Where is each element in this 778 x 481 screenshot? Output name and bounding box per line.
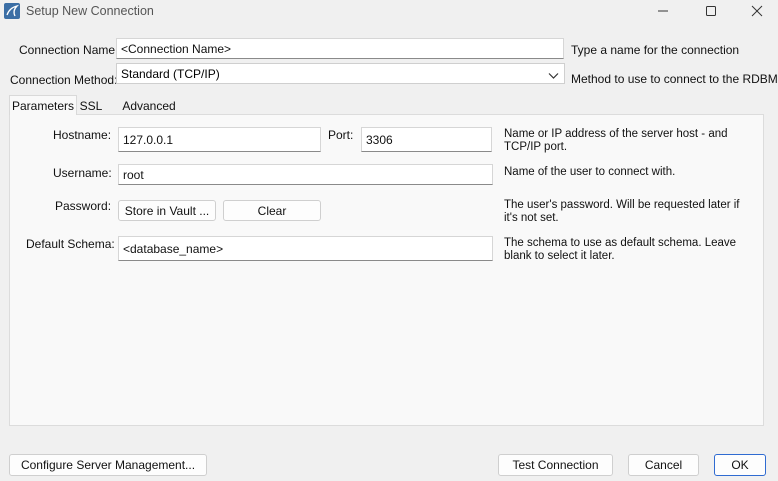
store-in-vault-button[interactable]: Store in Vault ... (118, 200, 216, 221)
minimize-icon[interactable] (640, 0, 686, 22)
window-title: Setup New Connection (26, 4, 154, 18)
configure-server-management-button[interactable]: Configure Server Management... (9, 454, 207, 476)
parameters-panel (9, 114, 764, 426)
maximize-icon[interactable] (688, 0, 734, 22)
connection-method-value: Standard (TCP/IP) (121, 66, 220, 81)
port-input[interactable]: 3306 (361, 127, 492, 152)
password-label: Password: (55, 199, 112, 213)
connection-name-help: Type a name for the connection (571, 43, 740, 57)
connection-name-label: Connection Name: (19, 43, 119, 57)
port-label: Port: (328, 128, 354, 142)
ok-button[interactable]: OK (714, 454, 766, 476)
connection-method-help: Method to use to connect to the RDBMS (571, 72, 778, 86)
default-schema-input[interactable]: <database_name> (118, 236, 493, 261)
tab-ssl[interactable]: SSL (78, 96, 104, 116)
hostname-label: Hostname: (53, 128, 112, 142)
default-schema-help: The schema to use as default schema. Lea… (504, 237, 737, 262)
username-help: Name of the user to connect with. (504, 166, 676, 178)
tab-advanced[interactable]: Advanced (119, 96, 179, 116)
hostname-help: Name or IP address of the server host - … (504, 128, 728, 153)
clear-password-button[interactable]: Clear (223, 200, 321, 221)
chevron-down-icon (548, 69, 559, 83)
connection-method-label: Connection Method: (10, 73, 118, 87)
password-help: The user's password. Will be requested l… (504, 199, 740, 224)
connection-method-select[interactable]: Standard (TCP/IP) (116, 63, 565, 84)
connection-name-input[interactable]: <Connection Name> (116, 38, 564, 59)
cancel-button[interactable]: Cancel (628, 454, 699, 476)
default-schema-label: Default Schema: (26, 237, 115, 251)
close-icon[interactable] (734, 0, 778, 22)
username-label: Username: (53, 166, 112, 180)
username-input[interactable]: root (118, 164, 493, 185)
mysql-workbench-icon (4, 3, 20, 19)
tab-parameters[interactable]: Parameters (9, 95, 77, 115)
hostname-input[interactable]: 127.0.0.1 (118, 127, 321, 152)
title-bar: Setup New Connection (0, 0, 778, 22)
test-connection-button[interactable]: Test Connection (498, 454, 613, 476)
